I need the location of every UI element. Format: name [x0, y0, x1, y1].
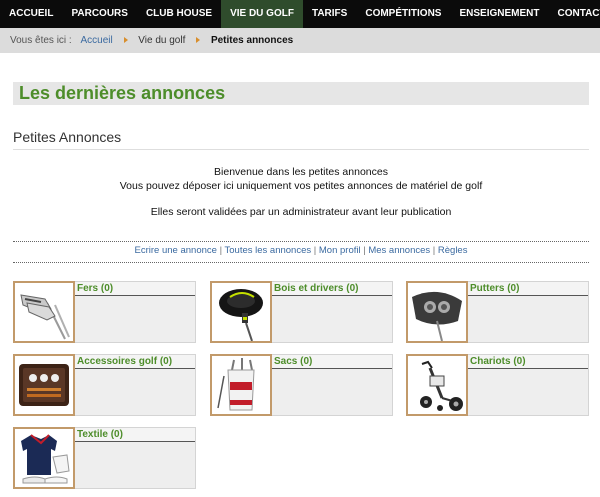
- my-profile-link[interactable]: Mon profil: [319, 245, 361, 256]
- nav-item-club-house[interactable]: CLUB HOUSE: [137, 0, 221, 28]
- my-ads-link[interactable]: Mes annonces: [368, 245, 430, 256]
- category-label-bois-drivers[interactable]: Bois et drivers (0): [272, 282, 392, 296]
- category-label-sacs[interactable]: Sacs (0): [272, 355, 392, 369]
- link-separator: |: [313, 245, 317, 256]
- category-tile-chariots[interactable]: Chariots (0): [406, 354, 589, 416]
- category-tile-fers[interactable]: Fers (0): [13, 281, 196, 343]
- link-separator: |: [363, 245, 366, 256]
- divider-bottom: [13, 262, 589, 263]
- nav-item-tarifs[interactable]: TARIFS: [303, 0, 356, 28]
- divider-top: [13, 241, 589, 242]
- category-label-chariots[interactable]: Chariots (0): [468, 355, 588, 369]
- category-label-putters[interactable]: Putters (0): [468, 282, 588, 296]
- putter-icon[interactable]: [406, 281, 468, 343]
- breadcrumb-section: Vie du golf: [138, 35, 186, 46]
- trolley-icon[interactable]: [406, 354, 468, 416]
- category-label-accessoires[interactable]: Accessoires golf (0): [75, 355, 195, 369]
- category-tile-sacs[interactable]: Sacs (0): [210, 354, 393, 416]
- page-title: Les dernières annonces: [19, 83, 226, 103]
- category-label-textile[interactable]: Textile (0): [75, 428, 195, 442]
- rules-link[interactable]: Règles: [438, 245, 468, 256]
- golf-bag-icon[interactable]: [210, 354, 272, 416]
- breadcrumb-separator-icon: [123, 36, 128, 43]
- category-tile-textile[interactable]: Textile (0): [13, 427, 196, 489]
- nav-item-vie-du-golf[interactable]: VIE DU GOLF: [221, 0, 303, 28]
- page-title-bar: Les dernières annonces: [13, 82, 589, 105]
- breadcrumb-separator-icon: [196, 36, 201, 43]
- welcome-line-1: Bienvenue dans les petites annonces: [214, 166, 388, 178]
- textile-icon[interactable]: [13, 427, 75, 489]
- nav-item-accueil[interactable]: ACCUEIL: [0, 0, 62, 28]
- category-panel: Bois et drivers (0): [272, 281, 393, 343]
- ads-action-links: Ecrire une annonce | Toutes les annonces…: [13, 245, 589, 257]
- category-tile-bois-drivers[interactable]: Bois et drivers (0): [210, 281, 393, 343]
- link-separator: |: [432, 245, 436, 256]
- breadcrumb-current: Petites annonces: [210, 35, 294, 46]
- irons-icon[interactable]: [13, 281, 75, 343]
- category-label-fers[interactable]: Fers (0): [75, 282, 195, 296]
- category-panel: Chariots (0): [468, 354, 589, 416]
- write-ad-link[interactable]: Ecrire une annonce: [135, 245, 217, 256]
- breadcrumb: Vous êtes ici : Accueil Vie du golf Peti…: [0, 28, 600, 53]
- all-ads-link[interactable]: Toutes les annonces: [225, 245, 312, 256]
- welcome-line-3: Elles seront validées par un administrat…: [150, 206, 452, 218]
- category-panel: Sacs (0): [272, 354, 393, 416]
- nav-item-contact[interactable]: CONTACT: [548, 0, 600, 28]
- category-panel: Accessoires golf (0): [75, 354, 196, 416]
- welcome-line-2: Vous pouvez déposer ici uniquement vos p…: [119, 180, 483, 192]
- category-panel: Fers (0): [75, 281, 196, 343]
- accessories-icon[interactable]: [13, 354, 75, 416]
- nav-item-parcours[interactable]: PARCOURS: [62, 0, 136, 28]
- category-tile-putters[interactable]: Putters (0): [406, 281, 589, 343]
- section-title: Petites Annonces: [13, 128, 589, 150]
- nav-item-competitions[interactable]: COMPÉTITIONS: [356, 0, 450, 28]
- category-panel: Putters (0): [468, 281, 589, 343]
- main-navigation: ACCUEIL PARCOURS CLUB HOUSE VIE DU GOLF …: [0, 0, 600, 28]
- category-panel: Textile (0): [75, 427, 196, 489]
- breadcrumb-home-link[interactable]: Accueil: [80, 35, 112, 46]
- driver-icon[interactable]: [210, 281, 272, 343]
- link-separator: |: [219, 245, 223, 256]
- category-tile-accessoires[interactable]: Accessoires golf (0): [13, 354, 196, 416]
- breadcrumb-prefix: Vous êtes ici :: [10, 35, 72, 46]
- nav-item-enseignement[interactable]: ENSEIGNEMENT: [450, 0, 548, 28]
